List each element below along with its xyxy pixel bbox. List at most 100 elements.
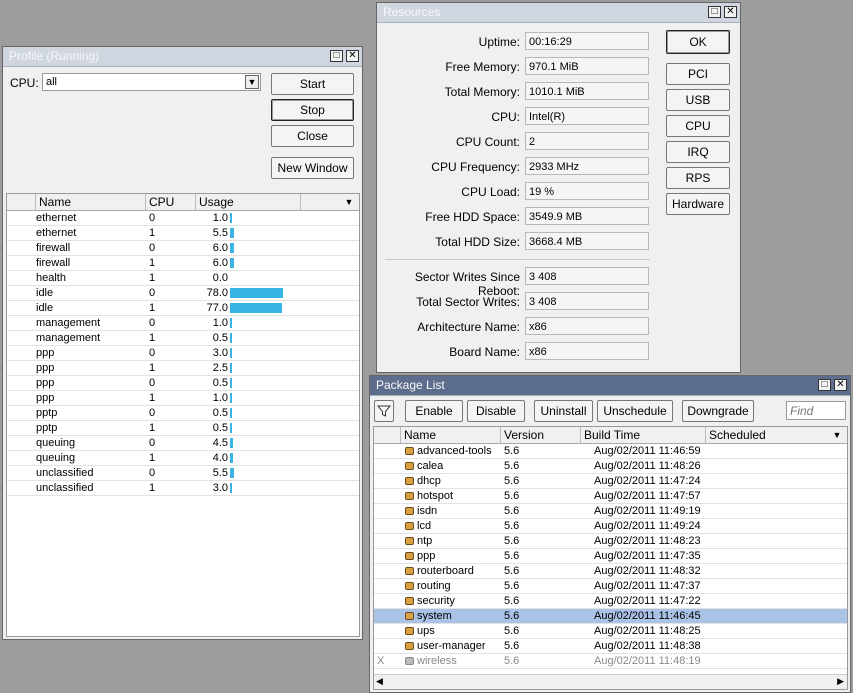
table-row[interactable]: queuing 1 4.0 bbox=[7, 451, 359, 466]
maximize-icon[interactable]: □ bbox=[330, 50, 343, 62]
resources-titlebar[interactable]: Resources □ ✕ bbox=[377, 3, 740, 23]
row-cpu: 1 bbox=[149, 362, 156, 374]
column-scheduled[interactable]: Scheduled bbox=[706, 427, 831, 443]
stop-button[interactable]: Stop bbox=[271, 99, 354, 121]
table-row[interactable]: Xwireless 5.6 Aug/02/2011 11:48:19 bbox=[374, 654, 847, 669]
pci-button[interactable]: PCI bbox=[666, 63, 730, 85]
table-row[interactable]: advanced-tools 5.6 Aug/02/2011 11:46:59 bbox=[374, 444, 847, 459]
table-row[interactable]: ppp 0 3.0 bbox=[7, 346, 359, 361]
table-row[interactable]: ppp 1 2.5 bbox=[7, 361, 359, 376]
column-usage[interactable]: Usage bbox=[196, 194, 301, 210]
table-row[interactable]: idle 1 77.0 bbox=[7, 301, 359, 316]
table-row[interactable]: hotspot 5.6 Aug/02/2011 11:47:57 bbox=[374, 489, 847, 504]
new-window-button[interactable]: New Window bbox=[271, 157, 354, 179]
table-row[interactable]: firewall 0 6.0 bbox=[7, 241, 359, 256]
cpu-button[interactable]: CPU bbox=[666, 115, 730, 137]
disable-button[interactable]: Disable bbox=[467, 400, 525, 422]
table-row[interactable]: firewall 1 6.0 bbox=[7, 256, 359, 271]
row-usage: 1.0 bbox=[212, 212, 228, 224]
row-flag bbox=[377, 609, 397, 623]
row-name: ppp bbox=[36, 362, 55, 374]
row-build-time: Aug/02/2011 11:48:25 bbox=[594, 625, 701, 637]
resource-value: 1010.1 MiB bbox=[525, 82, 649, 100]
find-input[interactable] bbox=[786, 401, 846, 420]
start-button[interactable]: Start bbox=[271, 73, 354, 95]
profile-titlebar[interactable]: Profile (Running) □ ✕ bbox=[3, 47, 362, 67]
row-name: ethernet bbox=[36, 227, 77, 239]
table-row[interactable]: management 0 1.0 bbox=[7, 316, 359, 331]
table-row[interactable]: ppp 5.6 Aug/02/2011 11:47:35 bbox=[374, 549, 847, 564]
close-button[interactable]: Close bbox=[271, 125, 354, 147]
row-version: 5.6 bbox=[504, 460, 520, 472]
row-flag bbox=[377, 549, 397, 563]
scroll-left-icon[interactable]: ◀ bbox=[376, 675, 383, 688]
row-name: management bbox=[36, 332, 101, 344]
table-row[interactable]: routing 5.6 Aug/02/2011 11:47:37 bbox=[374, 579, 847, 594]
usage-bar bbox=[230, 303, 282, 313]
row-usage: 77.0 bbox=[206, 302, 228, 314]
usb-button[interactable]: USB bbox=[666, 89, 730, 111]
column-build-time[interactable]: Build Time bbox=[581, 427, 706, 443]
table-row[interactable]: lcd 5.6 Aug/02/2011 11:49:24 bbox=[374, 519, 847, 534]
column-menu-icon[interactable]: ▼ bbox=[342, 195, 356, 209]
column-menu-icon[interactable]: ▼ bbox=[830, 428, 844, 442]
table-row[interactable]: security 5.6 Aug/02/2011 11:47:22 bbox=[374, 594, 847, 609]
close-icon[interactable]: ✕ bbox=[346, 50, 359, 62]
row-version: 5.6 bbox=[504, 580, 520, 592]
table-row[interactable]: user-manager 5.6 Aug/02/2011 11:48:38 bbox=[374, 639, 847, 654]
row-usage: 0.5 bbox=[212, 377, 228, 389]
table-row[interactable]: dhcp 5.6 Aug/02/2011 11:47:24 bbox=[374, 474, 847, 489]
cpu-select[interactable]: all ▼ bbox=[42, 73, 261, 91]
close-icon[interactable]: ✕ bbox=[834, 379, 847, 391]
table-row[interactable]: unclassified 1 3.0 bbox=[7, 481, 359, 496]
maximize-icon[interactable]: □ bbox=[708, 6, 721, 18]
column-cpu[interactable]: CPU bbox=[146, 194, 196, 210]
ok-button[interactable]: OK bbox=[666, 30, 730, 54]
column-name[interactable]: Name bbox=[401, 427, 501, 443]
table-row[interactable]: management 1 0.5 bbox=[7, 331, 359, 346]
resource-value: 970.1 MiB bbox=[525, 57, 649, 75]
row-version: 5.6 bbox=[504, 550, 520, 562]
table-row[interactable]: ups 5.6 Aug/02/2011 11:48:25 bbox=[374, 624, 847, 639]
column-version[interactable]: Version bbox=[501, 427, 581, 443]
cpu-label: CPU: bbox=[10, 76, 39, 90]
table-row[interactable]: ppp 0 0.5 bbox=[7, 376, 359, 391]
table-row[interactable]: queuing 0 4.5 bbox=[7, 436, 359, 451]
table-row[interactable]: health 1 0.0 bbox=[7, 271, 359, 286]
column-name[interactable]: Name bbox=[36, 194, 146, 210]
table-row[interactable]: ppp 1 1.0 bbox=[7, 391, 359, 406]
enable-button[interactable]: Enable bbox=[405, 400, 463, 422]
table-row[interactable]: system 5.6 Aug/02/2011 11:46:45 bbox=[374, 609, 847, 624]
table-row[interactable]: pptp 0 0.5 bbox=[7, 406, 359, 421]
table-row[interactable]: ethernet 1 5.5 bbox=[7, 226, 359, 241]
uninstall-button[interactable]: Uninstall bbox=[534, 400, 593, 422]
usage-bar bbox=[230, 333, 232, 343]
usage-bar bbox=[230, 213, 232, 223]
row-name: ppp bbox=[417, 550, 436, 562]
irq-button[interactable]: IRQ bbox=[666, 141, 730, 163]
horizontal-scrollbar[interactable]: ◀ ▶ bbox=[374, 674, 847, 689]
chevron-down-icon[interactable]: ▼ bbox=[245, 75, 259, 89]
table-row[interactable]: routerboard 5.6 Aug/02/2011 11:48:32 bbox=[374, 564, 847, 579]
filter-button[interactable] bbox=[374, 400, 394, 422]
usage-bar bbox=[230, 423, 232, 433]
unschedule-button[interactable]: Unschedule bbox=[597, 400, 673, 422]
package-cell: system bbox=[405, 609, 501, 623]
table-row[interactable]: ntp 5.6 Aug/02/2011 11:48:23 bbox=[374, 534, 847, 549]
resource-value: x86 bbox=[525, 342, 649, 360]
table-row[interactable]: ethernet 0 1.0 bbox=[7, 211, 359, 226]
package-list-titlebar[interactable]: Package List □ ✕ bbox=[370, 376, 850, 396]
hardware-button[interactable]: Hardware bbox=[666, 193, 730, 215]
filter-icon bbox=[376, 405, 392, 417]
downgrade-button[interactable]: Downgrade bbox=[682, 400, 754, 422]
close-icon[interactable]: ✕ bbox=[724, 6, 737, 18]
table-row[interactable]: isdn 5.6 Aug/02/2011 11:49:19 bbox=[374, 504, 847, 519]
table-row[interactable]: calea 5.6 Aug/02/2011 11:48:26 bbox=[374, 459, 847, 474]
row-cpu: 1 bbox=[149, 332, 156, 344]
rps-button[interactable]: RPS bbox=[666, 167, 730, 189]
scroll-right-icon[interactable]: ▶ bbox=[837, 675, 844, 688]
table-row[interactable]: pptp 1 0.5 bbox=[7, 421, 359, 436]
table-row[interactable]: idle 0 78.0 bbox=[7, 286, 359, 301]
maximize-icon[interactable]: □ bbox=[818, 379, 831, 391]
table-row[interactable]: unclassified 0 5.5 bbox=[7, 466, 359, 481]
